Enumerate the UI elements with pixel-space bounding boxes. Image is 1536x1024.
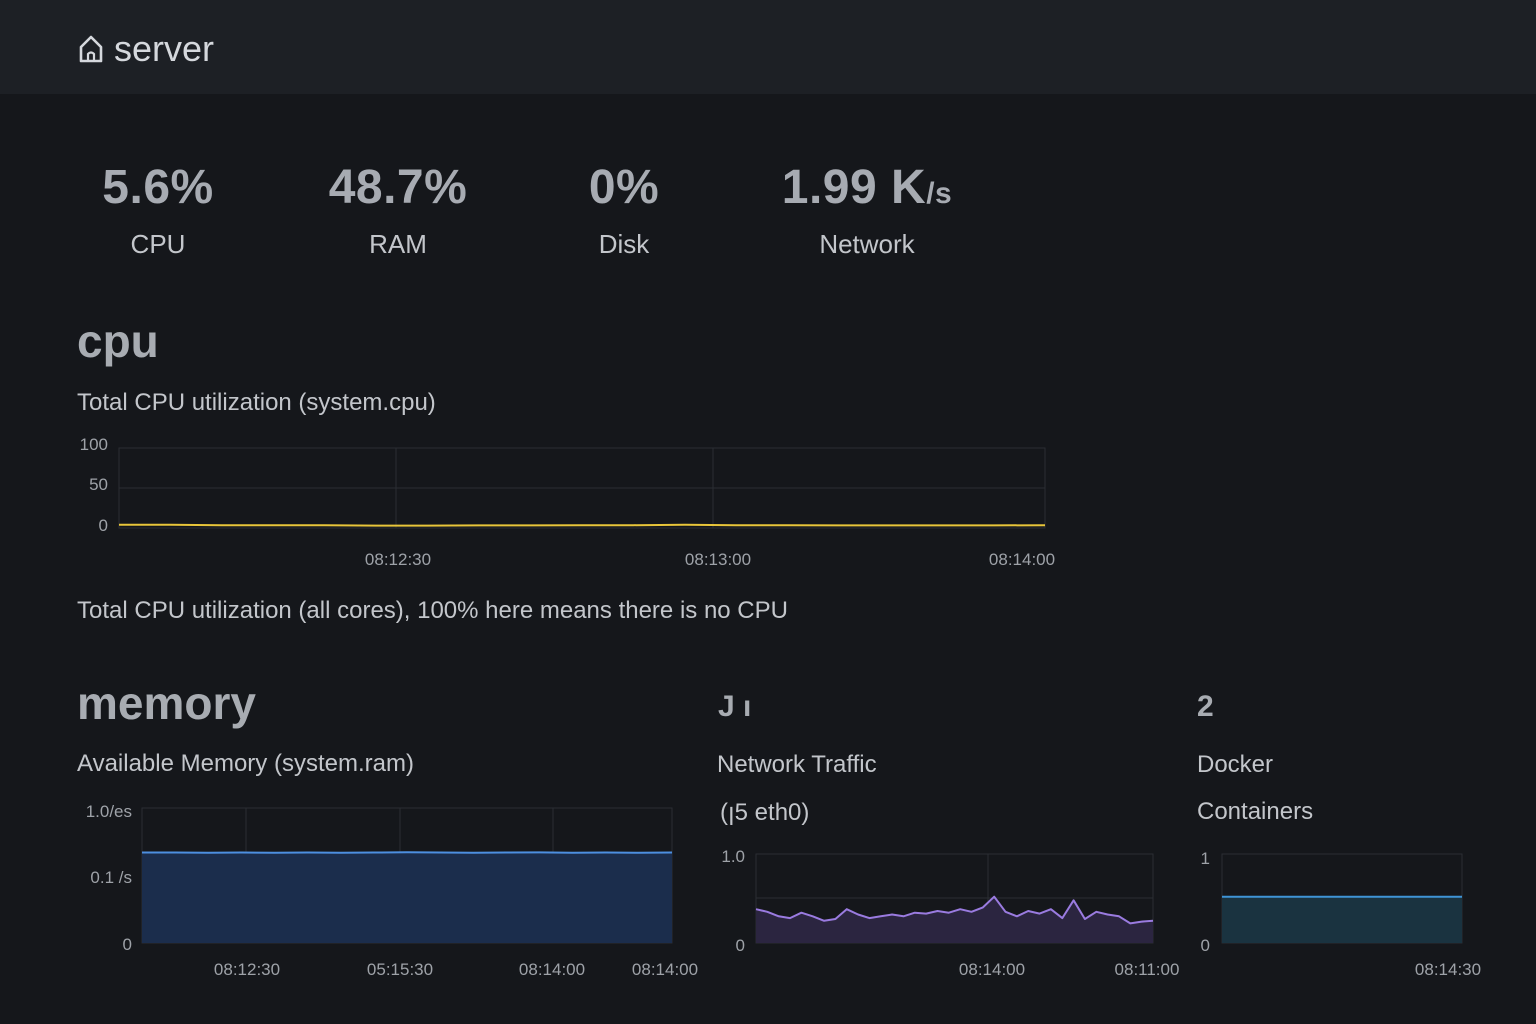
cpu-series-line: [119, 523, 1046, 527]
stat-disk-label: Disk: [598, 229, 650, 259]
memory-ytick-label: 1.0/es: [86, 802, 132, 821]
section-title-network: J ı: [718, 690, 752, 723]
top-bar: server: [0, 0, 1536, 94]
cpu-ytick-label: 100: [80, 435, 108, 454]
cpu-chart[interactable]: 100 50 0 08:12:30 08:13:00 08:14:00: [0, 430, 1100, 580]
docker-series-area: [1222, 896, 1462, 943]
docker-chart[interactable]: 1 0 08:14:30: [0, 840, 1536, 995]
cpu-ytick-label: 0: [99, 516, 108, 535]
stat-cpu[interactable]: 5.6% CPU: [98, 160, 218, 260]
stat-cpu-value: 5.6%: [102, 161, 214, 214]
home-icon: [79, 35, 103, 63]
network-chart-title: Network Traffic: [717, 751, 877, 778]
stat-cpu-label: CPU: [130, 229, 186, 259]
cpu-xtick-label: 08:12:30: [365, 550, 431, 569]
app-brand[interactable]: server: [78, 28, 214, 70]
stat-network-value: 1.99 K/s: [781, 161, 953, 214]
section-title-memory: memory: [77, 677, 256, 729]
stat-ram[interactable]: 48.7% RAM: [316, 160, 480, 260]
docker-chart-subtitle: Containers: [1197, 798, 1314, 825]
section-title-cpu: cpu: [77, 315, 159, 367]
stat-disk-value: 0%: [588, 161, 660, 214]
docker-ytick-label: 1: [1201, 849, 1210, 868]
section-title-docker: 2: [1197, 690, 1214, 723]
network-chart-subtitle: (ꞁ5 eth0): [720, 799, 810, 826]
cpu-xtick-label: 08:13:00: [685, 550, 751, 569]
docker-chart-title: Docker: [1197, 751, 1274, 778]
app-title: server: [114, 28, 215, 69]
cpu-chart-note: Total CPU utilization (all cores), 100% …: [77, 597, 788, 624]
summary-stats: 5.6% CPU 48.7% RAM 0% Disk 1.99 K/s Netw…: [0, 160, 1536, 270]
cpu-chart-title: Total CPU utilization (system.cpu): [77, 389, 436, 416]
stat-disk[interactable]: 0% Disk: [574, 160, 674, 260]
memory-chart-title: Available Memory (system.ram): [77, 750, 414, 777]
stat-network[interactable]: 1.99 K/s Network: [772, 160, 962, 260]
docker-ytick-label: 0: [1201, 936, 1210, 955]
stat-network-label: Network: [819, 229, 915, 259]
cpu-xtick-label: 08:14:00: [989, 550, 1055, 569]
cpu-ytick-label: 50: [89, 475, 108, 494]
stat-ram-value: 48.7%: [328, 161, 468, 214]
docker-xtick-label: 08:14:30: [1415, 960, 1481, 979]
stat-ram-label: RAM: [369, 229, 427, 259]
